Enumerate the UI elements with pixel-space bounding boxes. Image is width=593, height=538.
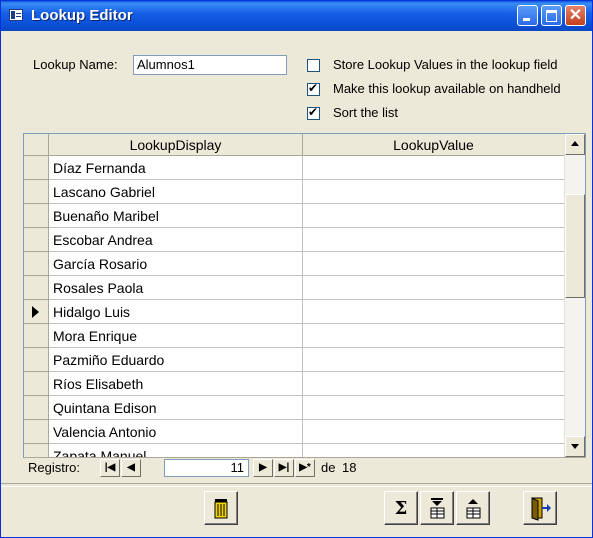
exit-button[interactable]: [523, 491, 557, 525]
cell-lookupdisplay[interactable]: García Rosario: [49, 252, 303, 276]
option-checkbox-1[interactable]: [307, 59, 320, 72]
option-checkbox-2[interactable]: [307, 81, 320, 96]
scroll-down-button[interactable]: [565, 436, 585, 457]
table-row[interactable]: Pazmiño Eduardo: [24, 348, 564, 372]
cell-lookupvalue[interactable]: [303, 396, 564, 420]
maximize-button[interactable]: [541, 5, 562, 26]
table-row[interactable]: Díaz Fernanda: [24, 156, 564, 180]
record-number-input[interactable]: 11: [164, 459, 249, 477]
svg-text:Σ: Σ: [395, 498, 408, 519]
cell-lookupdisplay[interactable]: Buenaño Maribel: [49, 204, 303, 228]
table-row[interactable]: Hidalgo Luis: [24, 300, 564, 324]
record-navigator: Registro: |◀ ◀ 11 ▶ ▶| ▶* de 18: [24, 457, 585, 478]
current-record-icon: [32, 306, 39, 318]
cell-lookupvalue[interactable]: [303, 444, 564, 457]
table-row[interactable]: Valencia Antonio: [24, 420, 564, 444]
option-label-2: Make this lookup available on handheld: [333, 81, 561, 96]
sum-icon: Σ: [395, 498, 408, 519]
cell-lookupvalue[interactable]: [303, 252, 564, 276]
scroll-up-button[interactable]: [565, 134, 585, 155]
cell-lookupdisplay[interactable]: Hidalgo Luis: [49, 300, 303, 324]
row-selector[interactable]: [24, 420, 49, 444]
table-row[interactable]: Rosales Paola: [24, 276, 564, 300]
option-label-3: Sort the list: [333, 105, 399, 120]
table-row[interactable]: Ríos Elisabeth: [24, 372, 564, 396]
cell-lookupvalue[interactable]: [303, 228, 564, 252]
grid-corner[interactable]: [24, 134, 49, 156]
table-row[interactable]: Escobar Andrea: [24, 228, 564, 252]
row-selector[interactable]: [24, 396, 49, 420]
sum-button[interactable]: Σ: [384, 491, 418, 525]
lookup-name-input[interactable]: Alumnos1: [133, 55, 287, 75]
cell-lookupvalue[interactable]: [303, 204, 564, 228]
table-row[interactable]: Mora Enrique: [24, 324, 564, 348]
window-title: Lookup Editor: [31, 7, 133, 24]
cell-lookupdisplay[interactable]: Díaz Fernanda: [49, 156, 303, 180]
previous-record-button[interactable]: ◀: [121, 459, 141, 477]
cell-lookupvalue[interactable]: [303, 156, 564, 180]
table-row[interactable]: García Rosario: [24, 252, 564, 276]
row-selector[interactable]: [24, 252, 49, 276]
row-selector[interactable]: [24, 228, 49, 252]
delete-button[interactable]: [204, 491, 238, 525]
first-record-button[interactable]: |◀: [100, 459, 120, 477]
row-selector[interactable]: [24, 348, 49, 372]
cell-lookupdisplay[interactable]: Ríos Elisabeth: [49, 372, 303, 396]
cell-lookupdisplay[interactable]: Lascano Gabriel: [49, 180, 303, 204]
row-selector[interactable]: [24, 372, 49, 396]
row-selector[interactable]: [24, 204, 49, 228]
row-selector[interactable]: [24, 444, 49, 457]
trash-icon: [214, 499, 228, 519]
row-selector[interactable]: [24, 156, 49, 180]
cell-lookupvalue[interactable]: [303, 420, 564, 444]
form-icon: [9, 9, 23, 21]
lookup-grid: LookupDisplay LookupValue Díaz Fernanda L…: [23, 133, 586, 458]
cell-lookupdisplay[interactable]: Zapata Manuel: [49, 444, 303, 457]
row-selector[interactable]: [24, 300, 49, 324]
cell-lookupvalue[interactable]: [303, 348, 564, 372]
lookup-editor-window: Lookup Editor ✕ Lookup Name: Alumnos1 St…: [0, 0, 593, 538]
record-label: Registro:: [28, 460, 81, 475]
table-row[interactable]: Quintana Edison: [24, 396, 564, 420]
cell-lookupvalue[interactable]: [303, 300, 564, 324]
row-selector[interactable]: [24, 180, 49, 204]
cell-lookupvalue[interactable]: [303, 372, 564, 396]
next-record-button[interactable]: ▶: [253, 459, 273, 477]
new-record-button[interactable]: ▶*: [295, 459, 315, 477]
record-total: 18: [342, 460, 357, 475]
cell-lookupdisplay[interactable]: Mora Enrique: [49, 324, 303, 348]
minimize-button[interactable]: [517, 5, 538, 26]
move-down-icon: [430, 498, 445, 519]
table-row[interactable]: Lascano Gabriel: [24, 180, 564, 204]
exit-icon: [531, 497, 551, 521]
scroll-thumb[interactable]: [565, 194, 585, 298]
cell-lookupdisplay[interactable]: Rosales Paola: [49, 276, 303, 300]
title-bar[interactable]: Lookup Editor ✕: [1, 1, 592, 31]
column-header-lookupdisplay[interactable]: LookupDisplay: [49, 134, 303, 156]
option-checkbox-3[interactable]: [307, 105, 320, 120]
vertical-scrollbar[interactable]: [564, 134, 585, 457]
close-button[interactable]: ✕: [565, 5, 586, 26]
row-selector[interactable]: [24, 324, 49, 348]
cell-lookupvalue[interactable]: [303, 180, 564, 204]
cell-lookupdisplay[interactable]: Escobar Andrea: [49, 228, 303, 252]
move-up-icon: [466, 499, 481, 519]
cell-lookupdisplay[interactable]: Pazmiño Eduardo: [49, 348, 303, 372]
column-header-lookupvalue[interactable]: LookupValue: [303, 134, 564, 156]
row-selector[interactable]: [24, 276, 49, 300]
lookup-name-label: Lookup Name:: [33, 57, 118, 72]
move-down-button[interactable]: [420, 491, 454, 525]
cell-lookupvalue[interactable]: [303, 324, 564, 348]
of-label: de: [321, 460, 336, 475]
cell-lookupdisplay[interactable]: Valencia Antonio: [49, 420, 303, 444]
table-row[interactable]: Zapata Manuel: [24, 444, 564, 457]
close-icon: ✕: [568, 7, 583, 24]
separator: [1, 483, 592, 487]
cell-lookupvalue[interactable]: [303, 276, 564, 300]
last-record-button[interactable]: ▶|: [274, 459, 294, 477]
table-row[interactable]: Buenaño Maribel: [24, 204, 564, 228]
move-up-button[interactable]: [456, 491, 490, 525]
cell-lookupdisplay[interactable]: Quintana Edison: [49, 396, 303, 420]
option-label-1: Store Lookup Values in the lookup field: [333, 57, 558, 72]
